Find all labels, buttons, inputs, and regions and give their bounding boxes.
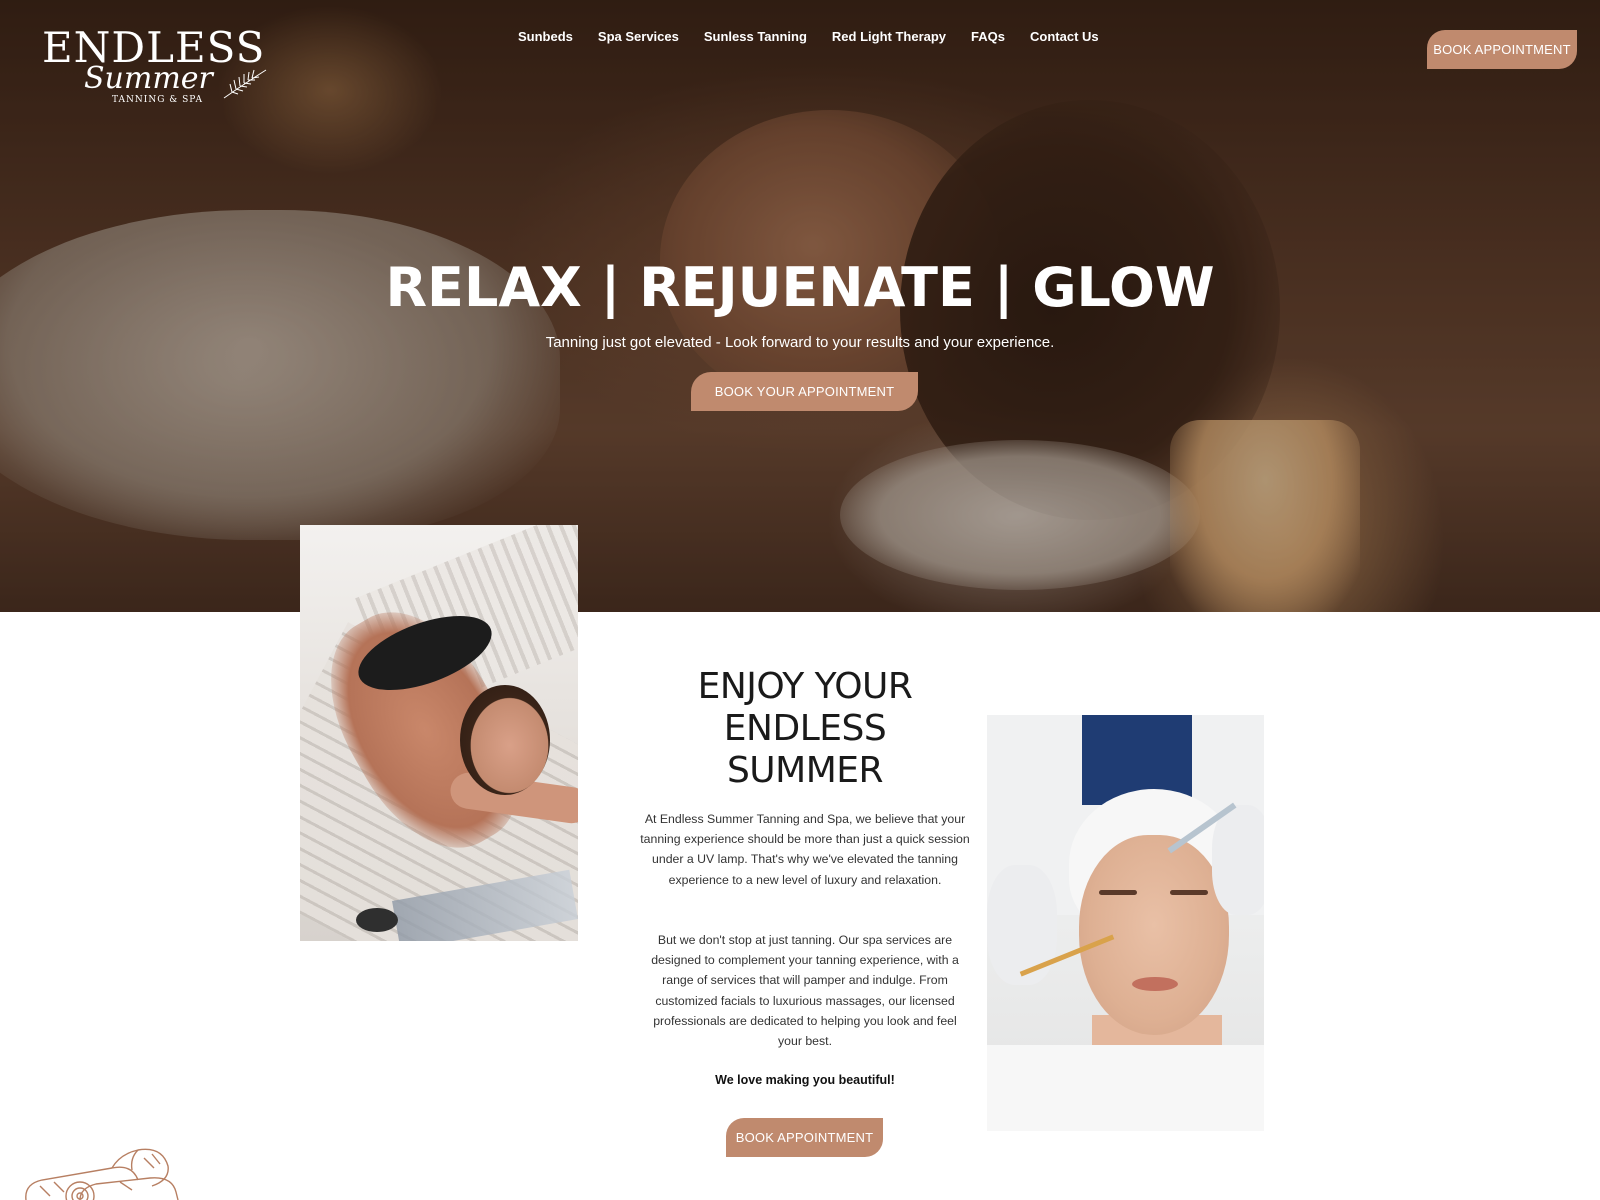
hero-title: RELAX | REJUENATE | GLOW — [385, 256, 1215, 319]
nav-item-spa-services[interactable]: Spa Services — [598, 28, 679, 46]
tanning-control-knob — [356, 908, 398, 932]
about-book-appointment-button[interactable]: BOOK APPOINTMENT — [726, 1118, 883, 1157]
facial-treatment-photo — [987, 715, 1264, 1131]
nav-item-faqs[interactable]: FAQs — [971, 28, 1005, 46]
nav-item-red-light-therapy[interactable]: Red Light Therapy — [832, 28, 946, 46]
about-title-line: ENDLESS — [723, 708, 887, 749]
about-title-line: SUMMER — [726, 750, 884, 791]
facial-glove-left — [987, 865, 1057, 985]
facial-glove-right — [1212, 805, 1264, 915]
about-title-line: ENJOY YOUR — [697, 666, 913, 707]
logo-subtitle: TANNING & SPA — [112, 95, 204, 105]
palm-leaf-icon — [223, 69, 267, 99]
tanning-person-head — [460, 685, 550, 795]
tanning-bed-photo — [300, 525, 578, 941]
about-tagline: We love making you beautiful! — [715, 1073, 895, 1087]
facial-gown — [987, 1045, 1264, 1131]
hero-subtitle: Tanning just got elevated - Look forward… — [545, 334, 1055, 351]
about-title: ENJOY YOUR ENDLESS SUMMER — [640, 666, 970, 792]
about-paragraph-2: But we don't stop at just tanning. Our s… — [651, 933, 959, 1049]
header-book-appointment-button[interactable]: BOOK APPOINTMENT — [1427, 30, 1577, 69]
facial-lips — [1132, 977, 1178, 991]
hero-book-appointment-button[interactable]: BOOK YOUR APPOINTMENT — [691, 372, 918, 411]
nav-item-sunless-tanning[interactable]: Sunless Tanning — [704, 28, 807, 46]
logo-script: Summer — [84, 61, 213, 96]
main-nav: Sunbeds Spa Services Sunless Tanning Red… — [518, 28, 1099, 46]
site-logo[interactable]: ENDLESS Summer TANNING & SPA — [40, 26, 270, 110]
facial-brow-left — [1099, 890, 1137, 895]
rolled-towels-illustration — [25, 1148, 179, 1200]
facial-brow-right — [1170, 890, 1208, 895]
about-paragraph-1: At Endless Summer Tanning and Spa, we be… — [640, 812, 970, 887]
facial-face — [1079, 835, 1229, 1035]
nav-item-sunbeds[interactable]: Sunbeds — [518, 28, 573, 46]
nav-item-contact-us[interactable]: Contact Us — [1030, 28, 1099, 46]
